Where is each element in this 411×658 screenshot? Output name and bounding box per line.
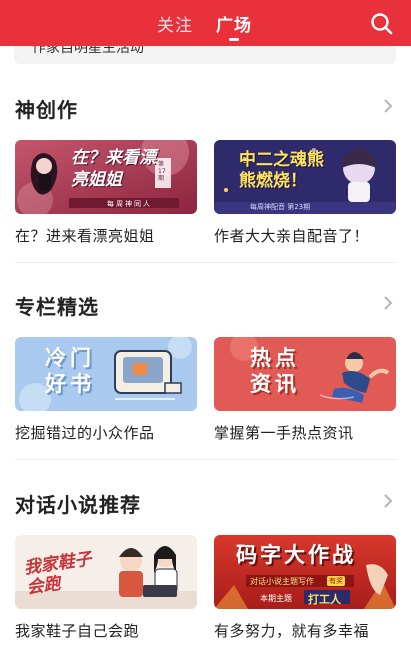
thumb-subtitle: 每周神配音 第23期	[250, 203, 311, 211]
tab-square[interactable]: 广场	[216, 11, 252, 36]
card-caption: 作者大大亲自配音了！	[214, 227, 370, 245]
card-thumbnail: 冷门好书	[15, 337, 197, 411]
thumb-title: 热点资讯	[250, 346, 300, 396]
previous-item-text: 作家自明星主活动	[32, 46, 144, 56]
card-caption: 挖掘错过的小众作品	[15, 424, 155, 442]
thumb-title: 中二之魂熊熊燃烧！	[239, 150, 324, 191]
chevron-right-icon[interactable]	[382, 295, 394, 311]
top-header: 关注 广场	[0, 0, 411, 46]
section-shen-chuangzuo: 神创作 在？来看漂亮姐姐 每周神同人 第17期 在？进来看漂亮姐姐 中二之魂熊熊…	[0, 94, 411, 274]
section-title: 专栏精选	[15, 295, 99, 319]
active-tab-indicator	[229, 38, 239, 41]
thumb-subtitle: 对话小说主题写作	[250, 577, 314, 586]
card-shen-tongren[interactable]: 在？来看漂亮姐姐 每周神同人 第17期 在？进来看漂亮姐姐	[15, 140, 197, 246]
section-duihua-xiaoshuo: 对话小说推荐 我家鞋子会跑 我家鞋子自己会跑 码字大作战 对话小说主题写作 有奖…	[0, 489, 411, 658]
card-caption: 有多努力，就有多幸福	[214, 622, 370, 640]
section-title: 神创作	[15, 98, 78, 122]
previous-list-item[interactable]: 作家自明星主活动	[14, 46, 396, 64]
card-caption: 在？进来看漂亮姐姐	[15, 227, 155, 245]
card-caption: 我家鞋子自己会跑	[15, 622, 140, 640]
section-zhuanlan-jingxuan: 专栏精选 冷门好书 挖掘错过的小众作品 热点资讯 掌握第一手热点资讯	[0, 291, 411, 471]
thumb-title: 在？来看漂亮姐姐	[71, 148, 156, 190]
card-redian-zixun[interactable]: 热点资讯 掌握第一手热点资讯	[214, 337, 396, 443]
card-xiezi-huipao[interactable]: 我家鞋子会跑 我家鞋子自己会跑	[15, 535, 197, 641]
thumb-title: 冷门好书	[45, 346, 95, 396]
section-divider	[15, 459, 396, 460]
thumb-title: 码字大作战	[236, 543, 356, 567]
card-thumbnail: 中二之魂熊熊燃烧！ 每周神配音 第23期	[214, 140, 396, 214]
thumb-badge: 第17期	[158, 161, 166, 182]
thumb-subtitle: 每周神同人	[107, 200, 152, 208]
section-divider	[15, 262, 396, 263]
search-icon[interactable]	[369, 11, 395, 37]
card-thumbnail: 我家鞋子会跑	[15, 535, 197, 609]
chevron-right-icon[interactable]	[382, 493, 394, 509]
section-title: 对话小说推荐	[15, 493, 141, 517]
card-thumbnail: 热点资讯	[214, 337, 396, 411]
card-lengmen-haoshu[interactable]: 冷门好书 挖掘错过的小众作品	[15, 337, 197, 443]
card-thumbnail: 码字大作战 对话小说主题写作 有奖 本期主题 打工人	[214, 535, 396, 609]
card-caption: 掌握第一手热点资讯	[214, 424, 354, 442]
card-thumbnail: 在？来看漂亮姐姐 每周神同人 第17期	[15, 140, 197, 214]
tab-follow[interactable]: 关注	[157, 11, 193, 36]
thumb-theme-label: 本期主题	[260, 594, 292, 603]
card-shen-peiyin[interactable]: 中二之魂熊熊燃烧！ 每周神配音 第23期 作者大大亲自配音了！	[214, 140, 396, 246]
chevron-right-icon[interactable]	[382, 98, 394, 114]
thumb-badge: 有奖	[327, 576, 345, 586]
card-mazi-dazuozhan[interactable]: 码字大作战 对话小说主题写作 有奖 本期主题 打工人 有多努力，就有多幸福	[214, 535, 396, 641]
thumb-theme: 打工人	[308, 593, 341, 606]
